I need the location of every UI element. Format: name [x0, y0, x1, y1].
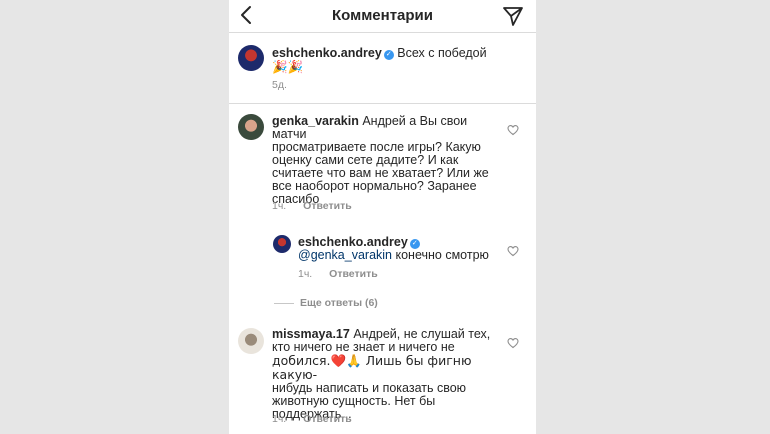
comment-line: просматриваете после игры? Какую: [272, 140, 481, 154]
caption-body: Всех с победой: [397, 46, 487, 60]
heart-icon[interactable]: [507, 124, 519, 136]
comment-line: кто ничего не знает и ничего не: [272, 340, 455, 354]
caption-username[interactable]: eshchenko.andrey: [272, 46, 382, 60]
mention-link[interactable]: @genka_varakin: [298, 248, 392, 262]
divider: [274, 302, 294, 304]
comment-time: 1ч.: [272, 413, 287, 425]
paper-plane-icon[interactable]: [501, 4, 525, 28]
reply-text: eshchenko.andrey ✓ @genka_varakin конечно…: [298, 236, 498, 262]
comment-username[interactable]: genka_varakin: [272, 114, 359, 128]
avatar[interactable]: [238, 114, 264, 140]
more-replies-label: Еще ответы (6): [300, 297, 378, 309]
verified-badge-icon: ✓: [383, 50, 394, 60]
reply-button[interactable]: Ответить: [303, 200, 352, 212]
caption-time: 5д.: [272, 79, 287, 91]
comment-text: missmaya.17 Андрей, не слушай тех, кто н…: [272, 328, 497, 421]
view-more-replies-button[interactable]: Еще ответы (6): [274, 297, 378, 309]
reply-meta: 1ч. Ответить: [298, 268, 378, 280]
comment-username[interactable]: missmaya.17: [272, 327, 350, 341]
caption-text: eshchenko.andrey ✓ Всех с победой: [272, 47, 532, 60]
comment-meta: 1ч. Ответить: [272, 200, 352, 212]
comment-text: genka_varakin Андрей а Вы свои матчи про…: [272, 115, 492, 206]
reply-time: 1ч.: [298, 268, 313, 280]
comment-line: все наоборот нормально? Заранее: [272, 179, 477, 193]
comment-line: животную сущность. Нет бы: [272, 394, 436, 408]
comment-line: оценку сами сете дадите? И как: [272, 153, 459, 167]
avatar[interactable]: [273, 235, 291, 253]
comment-line: нибудь написать и показать свою: [272, 381, 467, 395]
reply-body: конечно смотрю: [395, 248, 489, 262]
avatar[interactable]: [238, 328, 264, 354]
comments-screen: Комментарии eshchenko.andrey ✓ Всех с поб…: [229, 0, 536, 434]
avatar[interactable]: [238, 45, 264, 71]
reply-button[interactable]: Ответить: [303, 413, 352, 425]
caption-emoji: 🎉🎉: [272, 59, 304, 74]
post-caption: eshchenko.andrey ✓ Всех с победой 🎉🎉 5д.: [229, 33, 536, 104]
comment-line: добился.❤️🙏 Лишь бы фигню какую-: [272, 353, 472, 382]
heart-icon[interactable]: [507, 245, 519, 257]
header: Комментарии: [229, 0, 536, 33]
reply-username[interactable]: eshchenko.andrey: [298, 235, 408, 249]
comment-meta: 1ч. Ответить: [272, 413, 352, 425]
reply-button[interactable]: Ответить: [329, 268, 378, 280]
heart-icon[interactable]: [507, 337, 519, 349]
page-title: Комментарии: [331, 7, 433, 24]
comment-line: считаете что вам не хватает? Или же: [272, 166, 489, 180]
comment-time: 1ч.: [272, 200, 287, 212]
comment-line: Андрей, не слушай тех,: [353, 327, 491, 341]
